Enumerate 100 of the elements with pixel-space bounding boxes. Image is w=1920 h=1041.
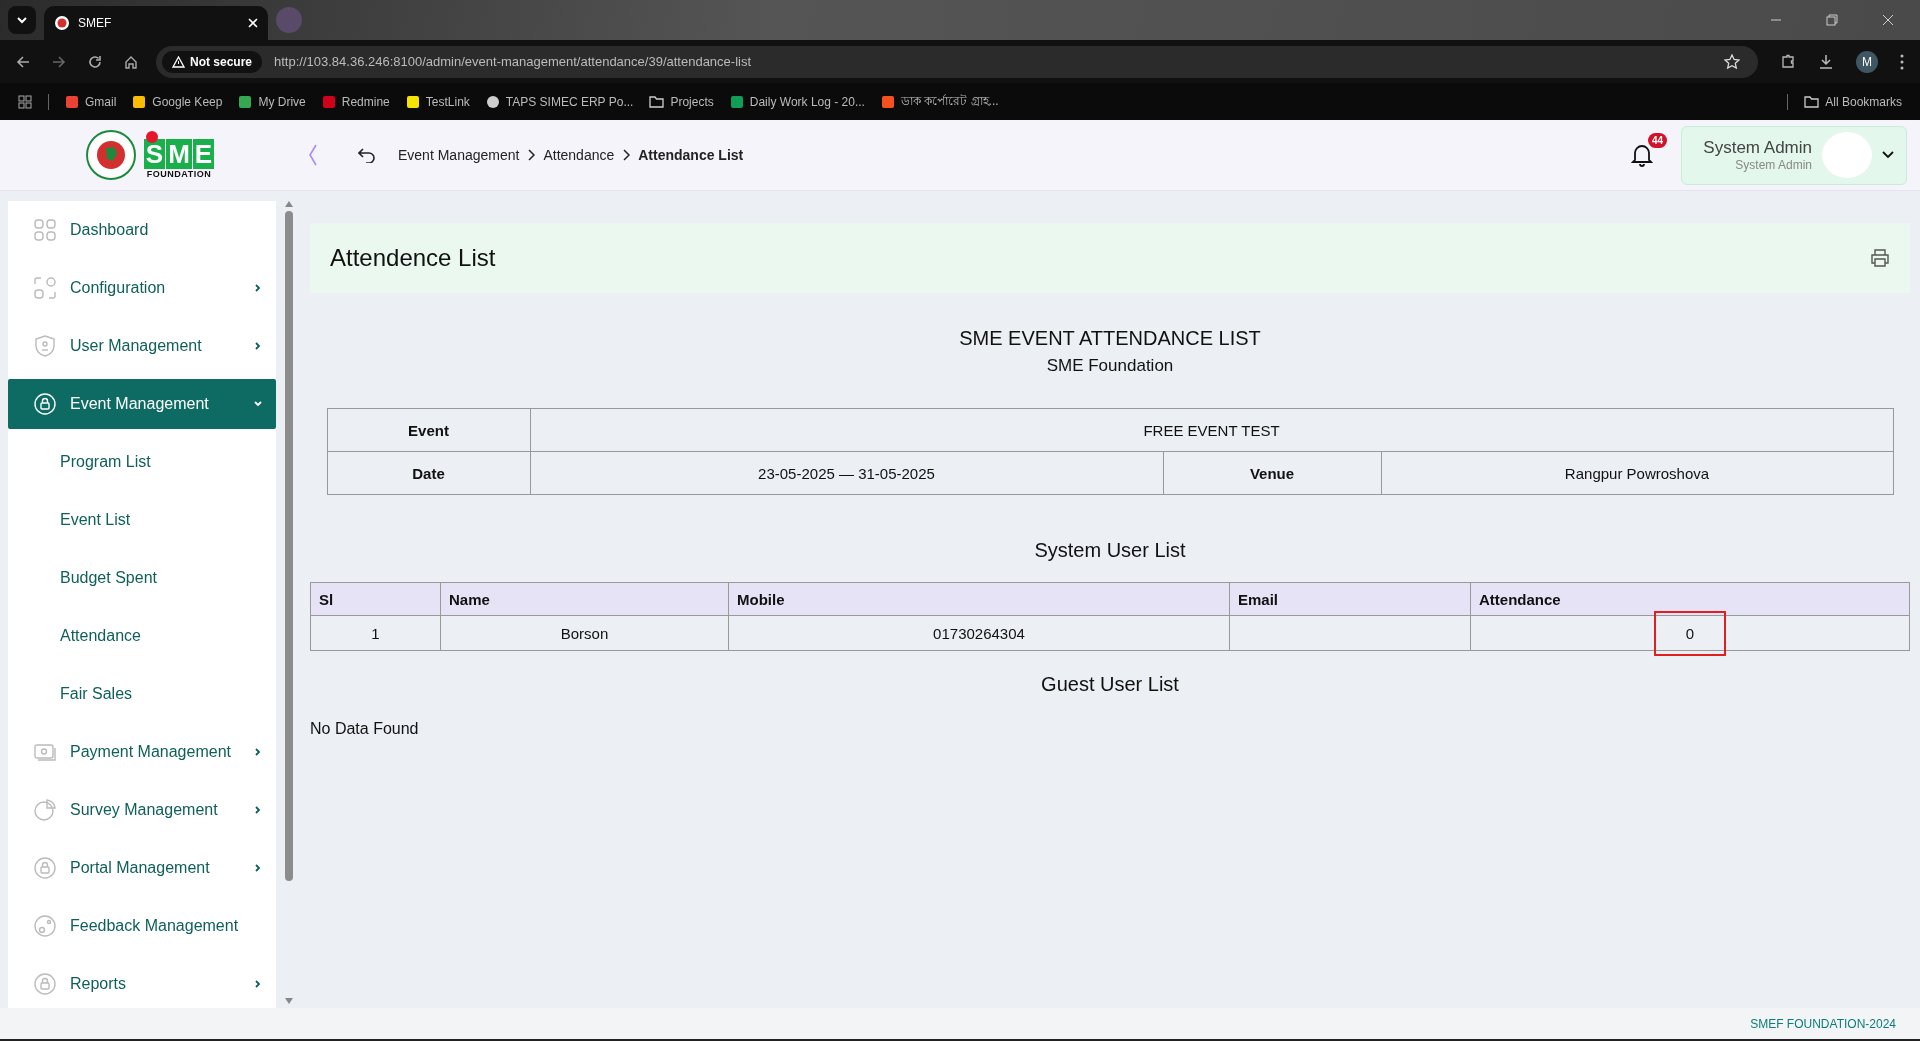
bookmark-link[interactable]: Daily Work Log - 20... [729, 94, 865, 109]
sidebar-item[interactable]: Dashboard [8, 201, 276, 259]
table-cell: 1 [310, 615, 441, 651]
bookmark-favicon-icon [729, 94, 744, 109]
submenu-item[interactable]: Fair Sales [8, 665, 276, 723]
download-icon[interactable] [1818, 53, 1834, 70]
sidebar-item[interactable]: Portal Management [8, 839, 276, 897]
table-cell: 23-05-2025 — 31-05-2025 [530, 451, 1163, 495]
print-icon[interactable] [1870, 249, 1890, 267]
breadcrumb-link[interactable]: Event Management [398, 147, 520, 163]
bookmark-link[interactable]: Gmail [65, 94, 117, 109]
chevron-right-icon [254, 864, 262, 872]
security-chip[interactable]: Not secure [162, 50, 263, 73]
table-cell: Rangpur Powroshova [1381, 451, 1893, 495]
empty-message: No Data Found [310, 720, 419, 738]
folder-icon [1804, 95, 1820, 108]
back-arrow-icon[interactable] [358, 147, 376, 163]
bookmark-link[interactable]: TAPS SIMEC ERP Po... [485, 94, 634, 109]
user-role: System Admin [1735, 158, 1812, 172]
home-icon[interactable] [124, 54, 138, 69]
table-cell: FREE EVENT TEST [530, 408, 1893, 452]
submenu-item[interactable]: Attendance [8, 607, 276, 665]
tab-list-button[interactable] [8, 6, 36, 34]
report-subtitle: SME Foundation [1046, 356, 1174, 376]
tab-favicon-icon [54, 15, 70, 31]
attendance-value: 0 [1653, 610, 1727, 656]
bookmark-favicon-icon [65, 94, 79, 109]
bookmark-link[interactable]: Projects [649, 94, 714, 109]
section-title: Guest User List [1041, 673, 1179, 696]
menu-item-icon [34, 277, 56, 299]
forward-icon[interactable] [52, 54, 66, 69]
reload-icon[interactable] [88, 54, 102, 69]
extensions-icon[interactable] [1780, 53, 1796, 70]
address-bar[interactable]: Not secure http://103.84.36.246:8100/admin/event-management/attendance/39/attendance-list [156, 45, 1758, 78]
chevron-right-icon [254, 980, 262, 988]
bookmark-star-icon[interactable] [1724, 53, 1740, 70]
notification-bell-icon[interactable] [1631, 143, 1653, 167]
table-cell: Borson [440, 615, 729, 651]
chevron-right-icon [622, 149, 631, 161]
sidebar-item[interactable]: Survey Management [8, 781, 276, 839]
section-title: System User List [1034, 539, 1186, 562]
browser-tab[interactable]: SMEF [44, 6, 268, 40]
bookmark-link[interactable]: ডাক কর্পোরেট গ্রাহ... [880, 91, 999, 112]
sidebar-item[interactable]: Event Management [8, 379, 276, 429]
notification-count-badge: 44 [1647, 133, 1667, 148]
menu-icon[interactable] [1900, 53, 1904, 70]
apps-grid-icon[interactable] [18, 94, 32, 109]
back-icon[interactable] [16, 54, 30, 69]
sidebar-item[interactable]: Payment Management [8, 723, 276, 781]
chevron-right-icon [254, 806, 262, 814]
close-tab-icon[interactable] [248, 18, 258, 28]
bookmark-link[interactable]: Google Keep [132, 94, 223, 109]
scroll-up-icon[interactable] [285, 201, 293, 207]
submenu-item[interactable]: Program List [8, 433, 276, 491]
footer-text: SMEF FOUNDATION-2024 [1750, 1016, 1896, 1031]
bookmark-favicon-icon [405, 94, 420, 109]
folder-icon [649, 95, 665, 108]
submenu-item[interactable]: Event List [8, 491, 276, 549]
menu-item-icon [34, 857, 56, 879]
chevron-down-icon [16, 16, 28, 24]
profile-avatar[interactable]: M [1856, 50, 1878, 73]
sidebar-item[interactable]: User Management [8, 317, 276, 375]
column-header: Mobile [728, 582, 1230, 616]
table-header-cell: Venue [1163, 451, 1381, 495]
globe-icon [485, 94, 500, 109]
government-emblem-icon [85, 130, 136, 180]
menu-item-icon [34, 219, 56, 241]
restore-icon[interactable] [1826, 14, 1838, 26]
submenu-item[interactable]: Budget Spent [8, 549, 276, 607]
chevron-right-icon [254, 748, 262, 756]
close-window-icon[interactable] [1882, 14, 1894, 26]
column-header: Name [440, 582, 729, 616]
bookmark-link[interactable]: TestLink [405, 94, 470, 109]
menu-item-icon [34, 741, 56, 763]
menu-item-icon [34, 915, 56, 937]
sidebar-item[interactable]: Configuration [8, 259, 276, 317]
all-bookmarks-link[interactable]: All Bookmarks [1804, 94, 1902, 109]
bookmark-link[interactable]: Redmine [321, 94, 390, 109]
avatar-circle [1822, 132, 1872, 178]
sidebar-item[interactable]: Feedback Management [8, 897, 276, 955]
table-cell: 01730264304 [728, 615, 1230, 651]
breadcrumb-link[interactable]: Attendance [543, 147, 615, 163]
bookmark-link[interactable]: My Drive [238, 94, 306, 109]
table-header-cell: Date [327, 451, 530, 495]
user-menu[interactable]: System Admin System Admin [1681, 125, 1907, 185]
sidebar-item[interactable]: Reports [8, 955, 276, 1008]
tab-title: SMEF [78, 16, 113, 30]
scroll-down-icon[interactable] [285, 998, 293, 1004]
chevron-right-icon [254, 284, 262, 292]
page-title: Attendence List [330, 244, 496, 272]
sme-foundation-logo: S M E FOUNDATION [143, 131, 215, 179]
chevron-right-icon [527, 149, 536, 161]
column-header: Email [1229, 582, 1471, 616]
breadcrumb-link[interactable]: Attendance List [638, 147, 744, 163]
column-header: Attendance [1470, 582, 1910, 616]
menu-item-icon [34, 335, 56, 357]
bookmark-favicon-icon [132, 94, 147, 109]
chevron-down-icon [254, 400, 262, 408]
user-name: System Admin [1703, 138, 1812, 158]
menu-item-icon [34, 973, 56, 995]
